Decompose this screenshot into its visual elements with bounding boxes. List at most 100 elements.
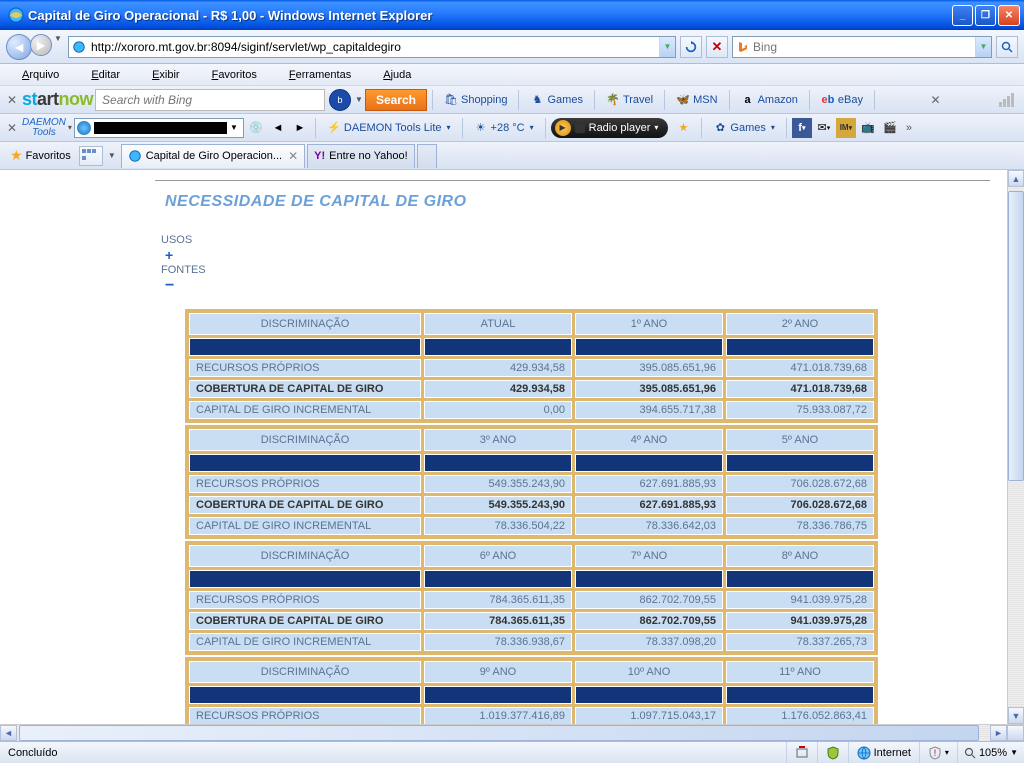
back-button[interactable]: ◄ bbox=[6, 34, 32, 60]
scroll-left-button[interactable]: ◄ bbox=[0, 725, 17, 741]
weather-widget[interactable]: ☀+28 °C▾ bbox=[468, 119, 540, 137]
scroll-thumb-h[interactable] bbox=[19, 725, 979, 741]
th-a10: 10º ANO bbox=[575, 661, 723, 683]
mount-icon[interactable]: 💿 bbox=[246, 118, 266, 138]
radio-player[interactable]: ▶Radio player▾ bbox=[551, 118, 669, 138]
finance-table-2: DISCRIMINAÇÃO3º ANO4º ANO5º ANO RECURSOS… bbox=[185, 425, 878, 539]
startnow-logo[interactable]: startnow bbox=[22, 89, 93, 110]
scroll-thumb[interactable] bbox=[1008, 191, 1024, 481]
tab-close-icon[interactable]: ✕ bbox=[288, 149, 298, 163]
link-msn[interactable]: 🦋MSN bbox=[670, 91, 723, 109]
daemon-drive-select[interactable]: ▼ bbox=[74, 118, 244, 138]
th-atual: ATUAL bbox=[424, 313, 572, 335]
menu-ajuda[interactable]: Ajuda bbox=[367, 67, 427, 83]
search-dropdown[interactable]: ▼ bbox=[975, 37, 991, 57]
status-security-icon[interactable] bbox=[818, 742, 849, 763]
tree-collapse-fontes[interactable]: − bbox=[161, 277, 990, 295]
cell-value: 394.655.717,38 bbox=[575, 401, 723, 419]
browser-search-input[interactable] bbox=[753, 40, 975, 54]
scroll-up-button[interactable]: ▲ bbox=[1008, 170, 1024, 187]
menu-arquivo[interactable]: Arquivo bbox=[6, 67, 75, 83]
daemon-logo-dropdown[interactable]: ▾ bbox=[68, 123, 72, 132]
startnow-search-input[interactable] bbox=[95, 89, 325, 111]
cell-label: CAPITAL DE GIRO INCREMENTAL bbox=[189, 633, 421, 651]
daemon-logo[interactable]: DAEMONTools bbox=[22, 118, 66, 138]
link-ebay[interactable]: ebeBay bbox=[815, 91, 869, 109]
address-dropdown[interactable]: ▼ bbox=[659, 37, 675, 57]
startnow-search-button[interactable]: Search bbox=[365, 89, 427, 111]
nav-history-dropdown[interactable]: ▼ bbox=[52, 34, 64, 60]
menu-editar[interactable]: Editar bbox=[75, 67, 136, 83]
cell-value: 395.085.651,96 bbox=[575, 380, 723, 398]
tree-node-fontes[interactable]: FONTES bbox=[161, 263, 990, 277]
link-games[interactable]: ♞Games bbox=[524, 91, 588, 109]
forward-button[interactable]: ► bbox=[30, 34, 52, 56]
tab-inactive-label: Entre no Yahoo! bbox=[329, 150, 408, 162]
stop-button[interactable]: ✕ bbox=[706, 36, 728, 58]
search-go-button[interactable] bbox=[996, 36, 1018, 58]
tree-node-usos[interactable]: USOS bbox=[161, 233, 990, 247]
window-title: Capital de Giro Operacional - R$ 1,00 - … bbox=[28, 8, 952, 23]
status-zone-label: Internet bbox=[874, 747, 911, 759]
imdb-icon[interactable]: IM▾ bbox=[836, 118, 856, 138]
quick-tabs-dropdown[interactable]: ▼ bbox=[105, 151, 119, 160]
tab-inactive[interactable]: Y! Entre no Yahoo! bbox=[307, 144, 415, 168]
th-a3: 3º ANO bbox=[424, 429, 572, 451]
address-input[interactable] bbox=[89, 40, 659, 54]
finance-table-3: DISCRIMINAÇÃO6º ANO7º ANO8º ANO RECURSOS… bbox=[185, 541, 878, 655]
status-zone[interactable]: Internet bbox=[849, 742, 920, 763]
protected-mode-icon[interactable]: !▾ bbox=[920, 742, 958, 763]
th-a2: 2º ANO bbox=[726, 313, 874, 335]
vertical-scrollbar[interactable]: ▲ ▼ bbox=[1007, 170, 1024, 724]
daemon-close[interactable]: ✕ bbox=[4, 121, 20, 135]
zoom-icon bbox=[964, 747, 976, 759]
amazon-icon: a bbox=[741, 93, 755, 107]
scroll-down-button[interactable]: ▼ bbox=[1008, 707, 1024, 724]
menu-exibir[interactable]: Exibir bbox=[136, 67, 196, 83]
toolbar-close-2[interactable]: ✕ bbox=[928, 93, 944, 107]
toolbar-overflow[interactable]: » bbox=[902, 122, 916, 134]
facebook-icon[interactable]: f▾ bbox=[792, 118, 812, 138]
tab-active[interactable]: Capital de Giro Operacion... ✕ bbox=[121, 144, 305, 168]
cell-value: 549.355.243,90 bbox=[424, 475, 572, 493]
ebay-icon: eb bbox=[821, 93, 835, 107]
daemon-games-link[interactable]: ✿Games▾ bbox=[707, 119, 780, 137]
radio-fav-icon[interactable]: ★ bbox=[670, 119, 696, 137]
tv-icon[interactable]: 📺 bbox=[858, 118, 878, 138]
menu-ferramentas[interactable]: Ferramentas bbox=[273, 67, 367, 83]
link-shopping[interactable]: 🛍Shopping bbox=[438, 91, 514, 109]
toolbar-close[interactable]: ✕ bbox=[4, 93, 20, 107]
mail-icon[interactable]: ✉▾ bbox=[814, 118, 834, 138]
menu-favoritos[interactable]: Favoritos bbox=[196, 67, 273, 83]
address-bar[interactable]: ▼ bbox=[68, 36, 676, 58]
link-amazon[interactable]: aAmazon bbox=[735, 91, 804, 109]
movie-icon[interactable]: 🎬 bbox=[880, 118, 900, 138]
cell-value: 706.028.672,68 bbox=[726, 496, 874, 514]
zoom-control[interactable]: 105% ▼ bbox=[958, 747, 1024, 759]
horizontal-scrollbar[interactable]: ◄ ► bbox=[0, 724, 1024, 741]
favorites-button[interactable]: ★Favoritos bbox=[4, 145, 77, 166]
close-button[interactable]: ✕ bbox=[998, 5, 1020, 26]
daemon-prev-icon[interactable]: ◄ bbox=[268, 118, 288, 138]
tree-expand-usos[interactable]: + bbox=[161, 247, 990, 263]
daemon-next-icon[interactable]: ► bbox=[290, 118, 310, 138]
scroll-right-button[interactable]: ► bbox=[990, 725, 1007, 741]
bing-dropdown[interactable]: ▼ bbox=[355, 95, 363, 104]
scroll-track-h[interactable] bbox=[17, 725, 990, 741]
link-travel[interactable]: 🌴Travel bbox=[600, 91, 659, 109]
cell-value: 549.355.243,90 bbox=[424, 496, 572, 514]
refresh-button[interactable] bbox=[680, 36, 702, 58]
scroll-track[interactable] bbox=[1008, 187, 1024, 707]
status-popup-icon[interactable] bbox=[787, 742, 818, 763]
bing-button[interactable]: b bbox=[329, 89, 351, 111]
menu-bar: Arquivo Editar Exibir Favoritos Ferramen… bbox=[0, 64, 1024, 86]
new-tab-button[interactable] bbox=[417, 144, 437, 168]
daemon-lite-link[interactable]: ⚡DAEMON Tools Lite▾ bbox=[321, 119, 457, 137]
yahoo-icon: Y! bbox=[314, 150, 325, 162]
minimize-button[interactable]: _ bbox=[952, 5, 973, 26]
maximize-button[interactable]: ❐ bbox=[975, 5, 996, 26]
quick-tabs-button[interactable] bbox=[79, 146, 103, 166]
browser-search-bar[interactable]: ▼ bbox=[732, 36, 992, 58]
msn-icon: 🦋 bbox=[676, 93, 690, 107]
cell-value: 429.934,58 bbox=[424, 359, 572, 377]
